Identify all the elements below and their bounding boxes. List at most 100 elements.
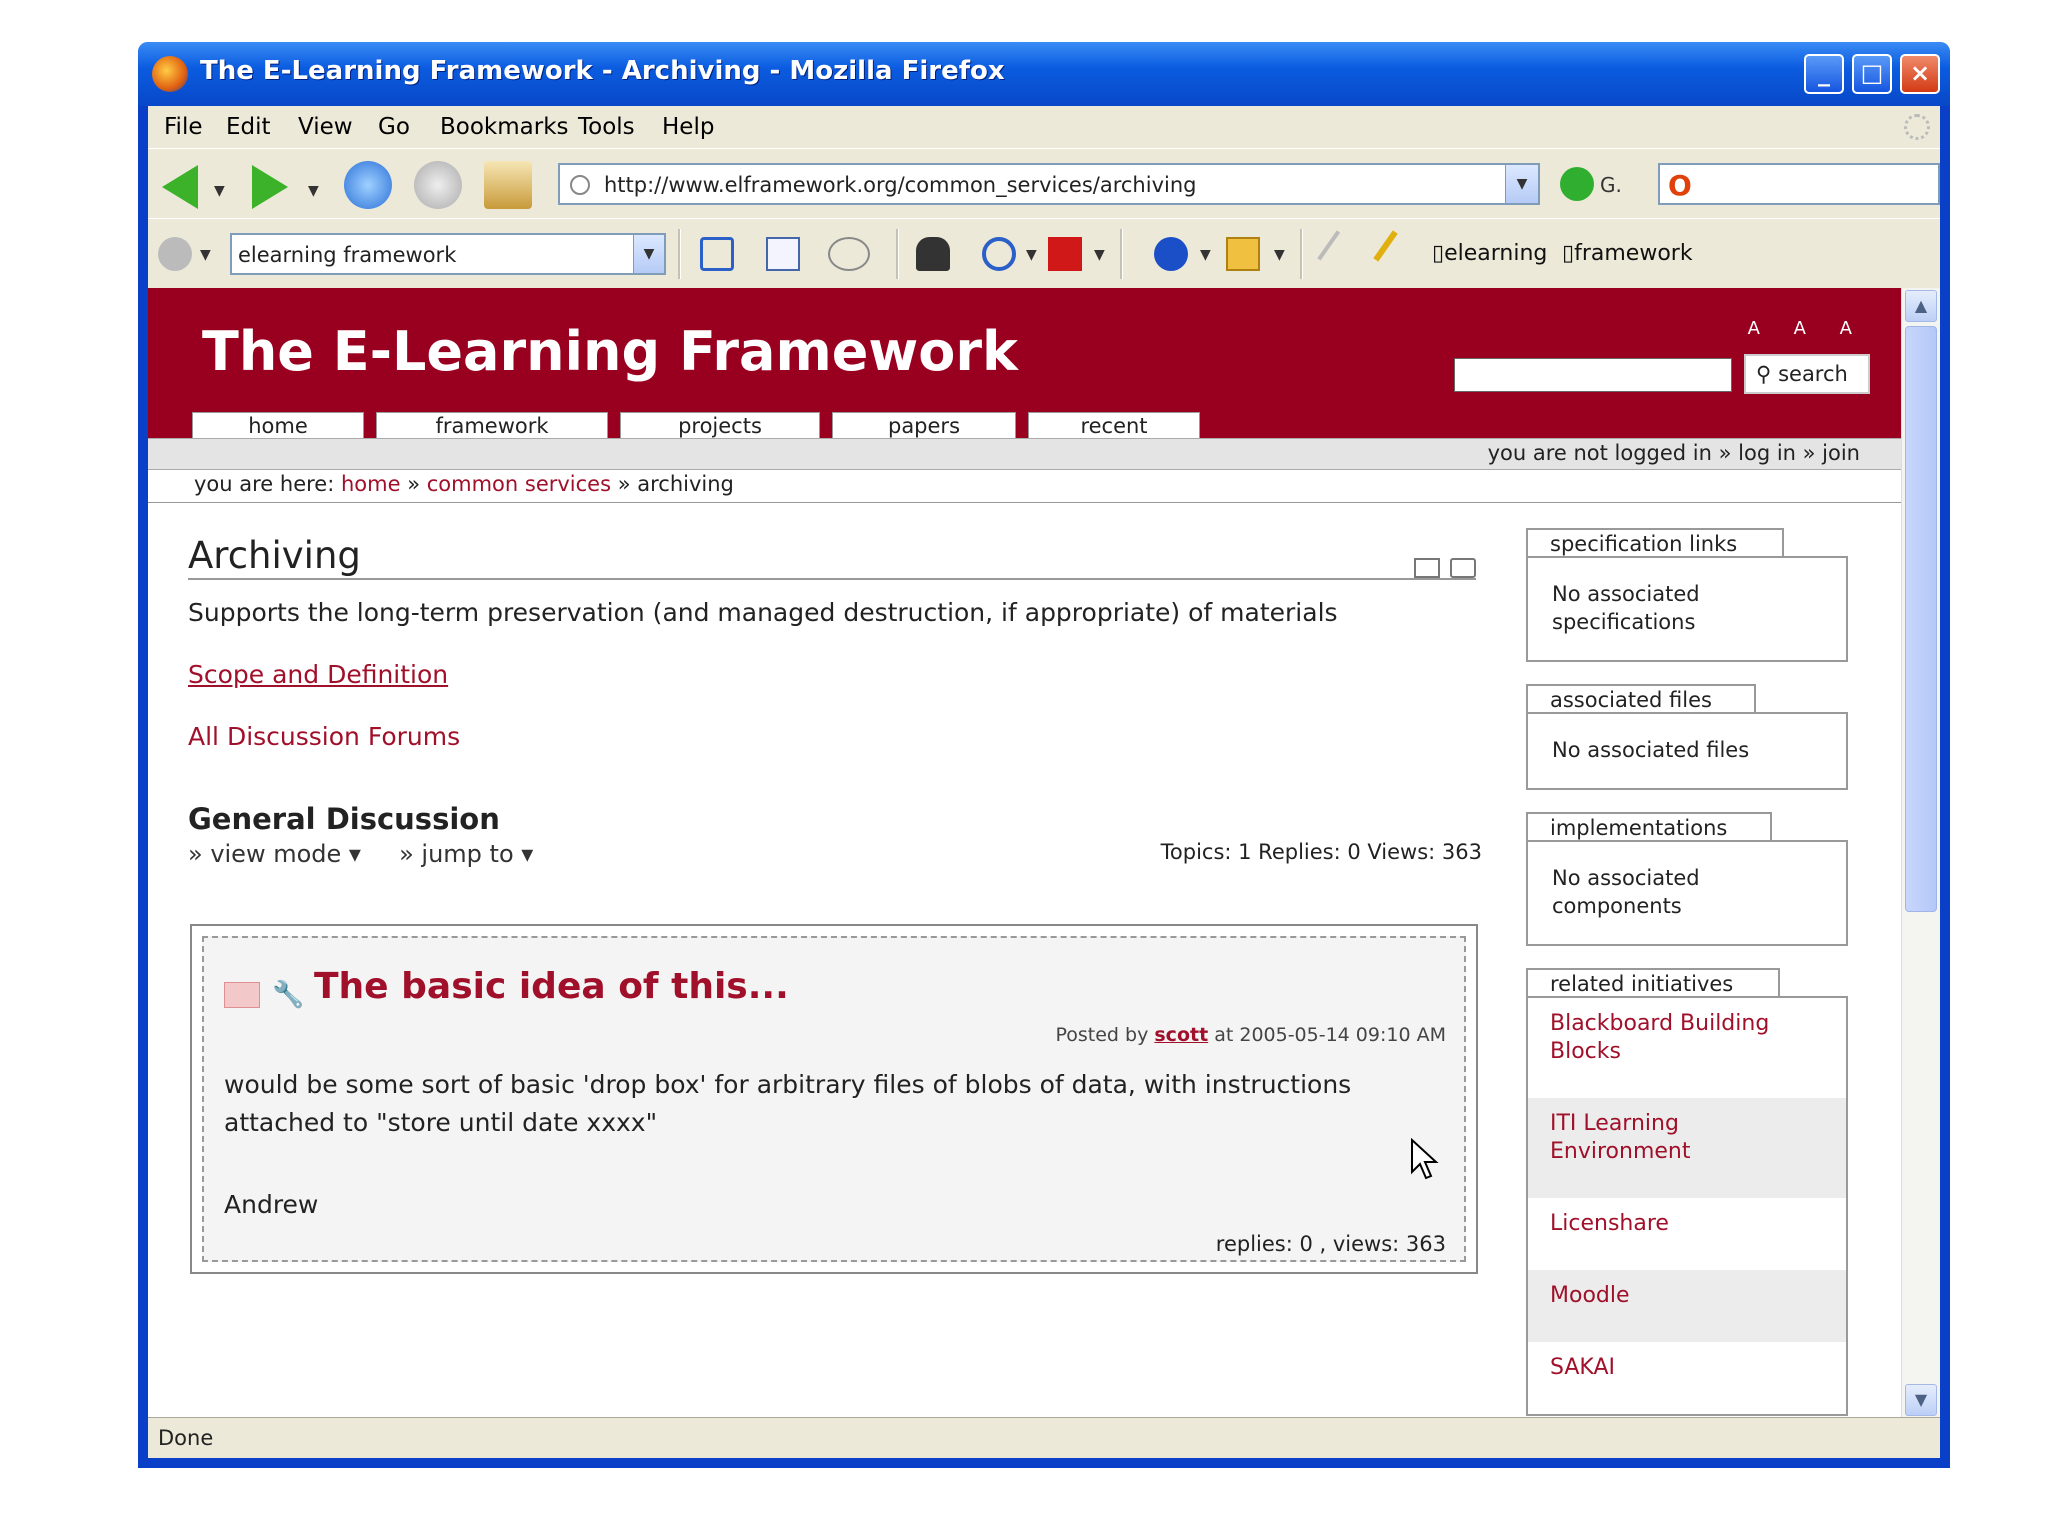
book-icon[interactable]: [1048, 237, 1082, 271]
menu-file[interactable]: File: [164, 114, 203, 140]
toolbar-separator: [1120, 229, 1123, 279]
tab-projects[interactable]: projects: [620, 412, 820, 440]
tab-papers[interactable]: papers: [832, 412, 1016, 440]
sidebar-tab-related: related initiatives: [1526, 968, 1780, 998]
related-item[interactable]: Licenshare: [1528, 1198, 1846, 1270]
folder-icon[interactable]: [1226, 237, 1260, 271]
related-item[interactable]: Moodle: [1528, 1270, 1846, 1342]
search-engine-icon[interactable]: O: [1668, 169, 1692, 202]
tab-recent[interactable]: recent: [1028, 412, 1200, 440]
search-button-label: search: [1778, 362, 1848, 386]
url-field[interactable]: http://www.elframework.org/common_servic…: [558, 163, 1540, 205]
view-mode-menu[interactable]: » view mode ▾: [188, 840, 361, 868]
vertical-scrollbar[interactable]: ▲ ▼: [1901, 288, 1940, 1418]
breadcrumb-common-services[interactable]: common services: [427, 472, 611, 496]
wrench-icon[interactable]: 🔧: [272, 980, 304, 1010]
comment-bubble-icon[interactable]: [828, 237, 870, 271]
scroll-thumb[interactable]: [1905, 326, 1937, 912]
binoculars-icon[interactable]: [916, 237, 950, 271]
all-forums-link[interactable]: All Discussion Forums: [188, 722, 460, 751]
menu-view[interactable]: View: [298, 114, 353, 140]
info-icon[interactable]: [1154, 237, 1188, 271]
related-link[interactable]: SAKAI: [1550, 1354, 1615, 1382]
divider: [148, 502, 1902, 503]
tab-home[interactable]: home: [192, 412, 364, 440]
related-link[interactable]: Blackboard Building Blocks: [1550, 1010, 1810, 1066]
breadcrumb-label: you are here:: [194, 472, 335, 496]
tab-framework[interactable]: framework: [376, 412, 608, 440]
browser-client: File Edit View Go Bookmarks Tools Help ▼…: [148, 106, 1940, 1458]
go-label[interactable]: G.: [1600, 173, 1622, 197]
folder-dropdown-icon[interactable]: ▼: [1274, 247, 1285, 263]
back-dropdown-icon[interactable]: ▼: [214, 183, 225, 199]
title-bar[interactable]: The E-Learning Framework - Archiving - M…: [138, 42, 1950, 106]
breadcrumb-home[interactable]: home: [341, 472, 401, 496]
mouse-cursor-icon: [1411, 1138, 1439, 1180]
scope-definition-link[interactable]: Scope and Definition: [188, 660, 448, 689]
menu-go[interactable]: Go: [378, 114, 410, 140]
related-link[interactable]: Moodle: [1550, 1282, 1630, 1310]
discussion-heading: General Discussion: [188, 802, 500, 836]
info-dropdown-icon[interactable]: ▼: [1200, 247, 1211, 263]
web-search-field[interactable]: O: [1658, 163, 1940, 205]
sidebar-box-related: Blackboard Building Blocks ITI Learning …: [1526, 996, 1848, 1416]
google-search-icon[interactable]: [700, 237, 734, 271]
status-bar: Done: [148, 1417, 1940, 1458]
toolbar-logo-dropdown-icon[interactable]: ▼: [200, 247, 211, 263]
post-author-link[interactable]: scott: [1154, 1024, 1208, 1046]
magnifier-dropdown-icon[interactable]: ▼: [1026, 247, 1037, 263]
post-footer: replies: 0 , views: 363: [1215, 1232, 1446, 1256]
jump-to-menu[interactable]: » jump to ▾: [399, 840, 533, 868]
post-title[interactable]: The basic idea of this...: [314, 966, 789, 1007]
pencil-disabled-icon: [1317, 230, 1365, 278]
toolbar-logo-icon[interactable]: [158, 237, 192, 271]
post-body: would be some sort of basic 'drop box' f…: [224, 1070, 1352, 1137]
reload-icon[interactable]: [344, 161, 392, 209]
related-item[interactable]: SAKAI: [1528, 1342, 1846, 1414]
minimize-button[interactable]: _: [1804, 54, 1844, 94]
text-size-controls[interactable]: A A A: [1748, 318, 1866, 339]
book-dropdown-icon[interactable]: ▼: [1094, 247, 1105, 263]
url-dropdown-icon[interactable]: ▼: [1505, 165, 1538, 203]
scroll-down-icon[interactable]: ▼: [1905, 1384, 1937, 1416]
related-link[interactable]: Licenshare: [1550, 1210, 1669, 1238]
print-icon[interactable]: [1450, 558, 1476, 578]
site-search-button[interactable]: ⚲ search: [1744, 354, 1870, 394]
menu-help[interactable]: Help: [662, 114, 714, 140]
bookmark-link-framework[interactable]: ▯framework: [1562, 241, 1693, 266]
highlighter-icon[interactable]: [1373, 230, 1421, 278]
post-timestamp: at 2005-05-14 09:10 AM: [1214, 1024, 1446, 1046]
menu-edit[interactable]: Edit: [226, 114, 271, 140]
menu-tools[interactable]: Tools: [578, 114, 635, 140]
bookmark-link-elearning[interactable]: ▯elearning: [1432, 241, 1547, 266]
forward-dropdown-icon[interactable]: ▼: [308, 183, 319, 199]
toolbar-search-dropdown-icon[interactable]: ▼: [633, 235, 664, 273]
forward-arrow-icon[interactable]: [252, 165, 288, 209]
search-icon: ⚲: [1756, 362, 1772, 386]
email-page-icon[interactable]: [1414, 558, 1440, 578]
go-icon[interactable]: [1560, 167, 1594, 201]
login-status[interactable]: you are not logged in » log in » join: [1488, 441, 1860, 465]
site-search-input[interactable]: [1454, 358, 1732, 392]
navigation-toolbar: ▼ ▼ http://www.elframework.org/common_se…: [148, 148, 1940, 219]
bookmark-label: framework: [1574, 241, 1693, 266]
toolbar-search-input[interactable]: elearning framework ▼: [230, 233, 666, 275]
related-item[interactable]: ITI Learning Environment: [1528, 1098, 1846, 1198]
toolbar-separator: [678, 229, 681, 279]
page-rank-icon[interactable]: [766, 237, 800, 271]
home-icon[interactable]: [484, 161, 532, 209]
magnifier-icon[interactable]: [982, 237, 1016, 271]
site-banner: The E-Learning Framework A A A ⚲ search …: [148, 288, 1902, 440]
scroll-up-icon[interactable]: ▲: [1905, 290, 1937, 322]
sidebar-text: No associated components: [1552, 866, 1700, 918]
sidebar-tab-files: associated files: [1526, 684, 1756, 714]
related-item[interactable]: Blackboard Building Blocks: [1528, 998, 1846, 1098]
back-arrow-icon[interactable]: [162, 165, 198, 209]
site-title[interactable]: The E-Learning Framework: [202, 320, 1018, 383]
close-button[interactable]: ×: [1900, 54, 1940, 94]
maximize-button[interactable]: □: [1852, 54, 1892, 94]
menu-bookmarks[interactable]: Bookmarks: [440, 114, 569, 140]
stop-icon[interactable]: [414, 161, 462, 209]
page-description: Supports the long-term preservation (and…: [188, 598, 1338, 627]
related-link[interactable]: ITI Learning Environment: [1550, 1110, 1750, 1166]
